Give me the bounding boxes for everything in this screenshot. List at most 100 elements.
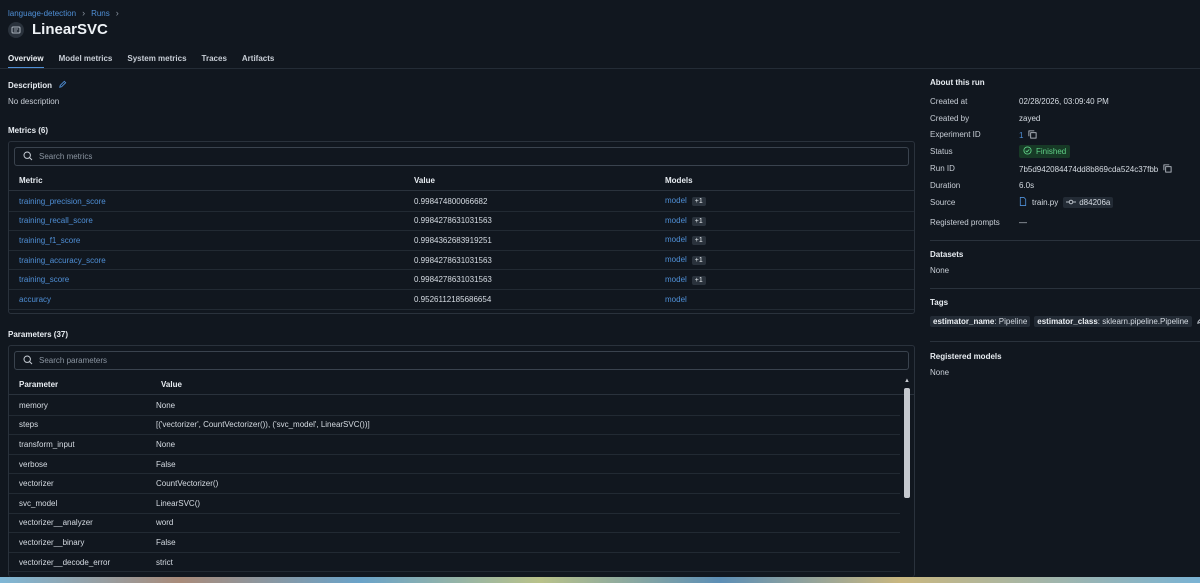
registered-models-value: None [930, 368, 950, 377]
model-link[interactable]: model [665, 196, 687, 205]
datasets-title: Datasets [930, 250, 964, 259]
search-parameters-input[interactable] [39, 356, 908, 365]
created-by-link[interactable]: zayed [1019, 114, 1040, 123]
tab-system-metrics[interactable]: System metrics [127, 54, 186, 69]
parameters-table-row: verbose False [9, 455, 900, 475]
metric-value: 0.998474800066682 [414, 196, 488, 206]
created-at-label: Created at [930, 97, 968, 106]
copy-icon[interactable] [1163, 164, 1172, 175]
datasets-value: None [930, 266, 950, 275]
parameter-name: vectorizer [19, 479, 54, 489]
column-header-models[interactable]: Models [665, 176, 693, 185]
metric-name-link[interactable]: training_score [19, 275, 69, 284]
parameters-table-row: vectorizer__analyzer word [9, 514, 900, 534]
file-icon [1019, 197, 1027, 208]
tag-chip: estimator_name: Pipeline [930, 316, 1031, 327]
breadcrumb-experiment-link[interactable]: language-detection [8, 9, 76, 18]
more-models-badge[interactable]: +1 [691, 216, 706, 226]
parameter-name: vectorizer__binary [19, 537, 85, 547]
page-title: LinearSVC [32, 21, 108, 38]
parameter-name: memory [19, 400, 48, 410]
model-link[interactable]: model [665, 275, 687, 284]
model-link[interactable]: model [665, 216, 687, 225]
tag-key: estimator_class [1037, 317, 1098, 326]
model-link[interactable]: model [665, 235, 687, 244]
metric-name-link[interactable]: accuracy [19, 295, 51, 304]
parameters-table-row: vectorizer__binary False [9, 533, 900, 553]
description-title: Description [8, 81, 53, 90]
page-header: LinearSVC [8, 21, 108, 38]
edit-tags-pencil-icon[interactable] [1196, 316, 1200, 327]
parameter-name: steps [19, 420, 39, 430]
status-text: Finished [1036, 147, 1067, 156]
parameter-value: [('vectorizer', CountVectorizer()), ('sv… [156, 420, 370, 430]
search-metrics-input[interactable] [39, 152, 908, 161]
tags-title: Tags [930, 298, 949, 307]
model-link[interactable]: model [665, 255, 687, 264]
status-badge: Finished [1019, 145, 1071, 158]
copy-icon[interactable] [1028, 130, 1037, 141]
column-header-metric[interactable]: Metric [19, 176, 43, 185]
search-icon [23, 150, 33, 163]
parameter-value: CountVectorizer() [156, 479, 219, 489]
run-icon [8, 21, 24, 38]
tags-list: estimator_name: Pipeline estimator_class… [930, 316, 1200, 327]
tab-bar: Overview Model metrics System metrics Tr… [8, 54, 274, 69]
parameters-table-header: Parameter Value [9, 375, 914, 395]
parameter-name: transform_input [19, 439, 75, 449]
metric-name-link[interactable]: training_accuracy_score [19, 256, 106, 265]
parameter-name: svc_model [19, 498, 58, 508]
scroll-thumb[interactable] [904, 388, 910, 498]
parameters-search [14, 351, 909, 370]
parameter-value: LinearSVC() [156, 498, 201, 508]
created-at-value: 02/28/2026, 03:09:40 PM [1019, 97, 1109, 106]
column-header-value[interactable]: Value [414, 176, 435, 185]
metric-name-link[interactable]: training_recall_score [19, 216, 93, 225]
tab-divider [0, 68, 1200, 69]
tab-overview[interactable]: Overview [8, 54, 44, 69]
registered-prompts-label: Registered prompts [930, 218, 1000, 227]
parameters-scrollbar[interactable]: ▲ [904, 378, 910, 575]
column-header-parameter[interactable]: Parameter [19, 380, 58, 389]
parameter-value: False [156, 537, 176, 547]
tab-model-metrics[interactable]: Model metrics [59, 54, 113, 69]
parameter-name: verbose [19, 459, 48, 469]
commit-badge[interactable]: d84206a [1063, 197, 1114, 208]
metrics-table-row: training_recall_score 0.9984278631031563 m… [9, 212, 914, 232]
parameter-name: vectorizer__analyzer [19, 518, 93, 528]
more-models-badge[interactable]: +1 [691, 236, 706, 246]
model-link[interactable]: model [665, 295, 687, 304]
scroll-up-arrow-icon[interactable]: ▲ [904, 378, 910, 384]
metric-value: 0.9984278631031563 [414, 275, 492, 285]
metrics-table-row: training_precision_score 0.99847480006668… [9, 192, 914, 212]
tab-traces[interactable]: Traces [202, 54, 227, 69]
check-circle-icon [1023, 146, 1032, 157]
more-models-badge[interactable]: +1 [691, 256, 706, 266]
metric-name-link[interactable]: training_precision_score [19, 197, 106, 206]
git-commit-icon [1066, 198, 1077, 207]
pencil-icon[interactable] [58, 80, 67, 91]
metrics-table-row: training_f1_score 0.9984362683919251 model… [9, 231, 914, 251]
metric-name-link[interactable]: training_f1_score [19, 236, 80, 245]
column-header-value[interactable]: Value [161, 380, 182, 389]
source-file[interactable]: train.py [1032, 198, 1058, 207]
breadcrumb-runs-link[interactable]: Runs [91, 9, 110, 18]
experiment-id-link[interactable]: 1 [1019, 131, 1023, 140]
parameter-name: vectorizer__decode_error [19, 557, 111, 567]
more-models-badge[interactable]: +1 [691, 275, 706, 285]
metric-value: 0.9984278631031563 [414, 255, 492, 265]
about-run-title: About this run [930, 78, 985, 87]
tab-artifacts[interactable]: Artifacts [242, 54, 274, 69]
parameters-table-row: svc_model LinearSVC() [9, 494, 900, 514]
duration-value: 6.0s [1019, 181, 1035, 190]
source-label: Source [930, 198, 956, 207]
created-by-label: Created by [930, 114, 970, 123]
metrics-table-row: accuracy 0.9526112185686654 model [9, 290, 914, 310]
parameters-title: Parameters (37) [8, 330, 69, 339]
description-text: No description [8, 97, 60, 106]
run-id-value: 7b5d942084474dd8b869cda524c37fbb [1019, 165, 1159, 174]
parameter-value: strict [156, 557, 173, 567]
more-models-badge[interactable]: +1 [691, 197, 706, 207]
tag-value: : Pipeline [994, 317, 1028, 326]
parameter-value: None [156, 439, 176, 449]
